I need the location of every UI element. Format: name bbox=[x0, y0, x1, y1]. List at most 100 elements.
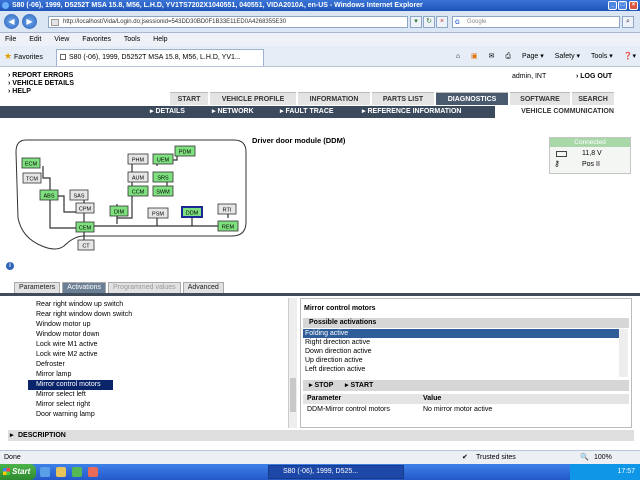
list-item[interactable]: Rear right window up switch bbox=[28, 300, 288, 310]
uem-node[interactable]: UEM bbox=[152, 153, 174, 165]
list-item[interactable]: Mirror select right bbox=[28, 400, 288, 410]
cpm-node[interactable]: CPM bbox=[75, 202, 95, 214]
activation-list-scrollbar[interactable] bbox=[288, 298, 297, 428]
menu-tools[interactable]: Tools bbox=[124, 36, 140, 43]
list-item[interactable]: Lock wire M1 active bbox=[28, 340, 288, 350]
list-item[interactable]: Mirror select left bbox=[28, 390, 288, 400]
scroll-thumb[interactable] bbox=[290, 378, 296, 412]
tab-diagnostics[interactable]: DIAGNOSTICS bbox=[436, 92, 508, 105]
list-item[interactable]: Defroster bbox=[28, 360, 288, 370]
home-icon[interactable]: ⌂ bbox=[456, 53, 460, 60]
tab-advanced[interactable]: Advanced bbox=[182, 282, 224, 293]
close-button[interactable]: × bbox=[629, 1, 638, 10]
rti-node[interactable]: RTI bbox=[217, 203, 237, 215]
pdm-node[interactable]: PDM bbox=[174, 145, 196, 157]
zoom-level[interactable]: 100% bbox=[594, 451, 612, 464]
cem-node[interactable]: CEM bbox=[75, 221, 95, 233]
srs-node[interactable]: SRS bbox=[152, 171, 174, 183]
list-item[interactable]: Window motor down bbox=[28, 330, 288, 340]
list-item[interactable]: Lock wire M2 active bbox=[28, 350, 288, 360]
url-field[interactable]: http://localhost/Vida/Login.do;jsessioni… bbox=[48, 16, 408, 28]
activation-option[interactable]: Left direction active bbox=[303, 365, 619, 374]
minimize-button[interactable]: _ bbox=[608, 1, 617, 10]
refresh-icon[interactable]: ↻ bbox=[423, 16, 435, 28]
subtab-details[interactable]: DETAILS bbox=[150, 106, 184, 118]
stop-icon[interactable]: × bbox=[436, 16, 448, 28]
activation-option[interactable]: Up direction active bbox=[303, 356, 619, 365]
list-item-selected[interactable]: Mirror control motors bbox=[28, 380, 113, 390]
search-input[interactable]: G Google bbox=[452, 16, 620, 28]
vehicle-details-link[interactable]: VEHICLE DETAILS bbox=[8, 80, 74, 88]
start-button[interactable]: START bbox=[345, 380, 373, 391]
list-item[interactable]: Door warning lamp bbox=[28, 410, 288, 420]
activation-option[interactable]: Right direction active bbox=[303, 338, 619, 347]
back-button[interactable]: ◀ bbox=[4, 14, 19, 29]
psm-node[interactable]: PSM bbox=[147, 207, 169, 219]
stop-button[interactable]: STOP bbox=[309, 380, 333, 391]
aum-node[interactable]: AUM bbox=[127, 171, 149, 183]
subtab-network[interactable]: NETWORK bbox=[212, 106, 253, 118]
ddm-node[interactable]: DDM bbox=[181, 206, 203, 218]
quicklaunch-icon[interactable] bbox=[72, 467, 82, 477]
possible-activations-scrollbar[interactable] bbox=[619, 329, 628, 377]
info-icon[interactable]: i bbox=[6, 262, 14, 270]
logout-link[interactable]: › LOG OUT bbox=[576, 73, 612, 80]
menu-edit[interactable]: Edit bbox=[29, 36, 41, 43]
quicklaunch-icon[interactable] bbox=[88, 467, 98, 477]
menu-view[interactable]: View bbox=[54, 36, 69, 43]
description-expander[interactable]: DESCRIPTION bbox=[8, 430, 634, 441]
menu-file[interactable]: File bbox=[5, 36, 16, 43]
favorites-bar: ★ Favorites S80 (-06), 1999, D5252T MSA … bbox=[0, 46, 640, 67]
quicklaunch-icon[interactable] bbox=[56, 467, 66, 477]
ct-node[interactable]: CT bbox=[77, 239, 95, 251]
feeds-icon[interactable]: ▣ bbox=[471, 53, 478, 60]
tab-software[interactable]: SOFTWARE bbox=[510, 92, 570, 105]
subtab-reference-information[interactable]: REFERENCE INFORMATION bbox=[362, 106, 461, 118]
tab-vehicle-profile[interactable]: VEHICLE PROFILE bbox=[210, 92, 296, 105]
browser-tab[interactable]: S80 (-06), 1999, D5252T MSA 15.8, M56, L… bbox=[56, 49, 264, 66]
menu-help[interactable]: Help bbox=[153, 36, 167, 43]
start-button-windows[interactable]: Start bbox=[0, 464, 36, 480]
tab-start[interactable]: START bbox=[170, 92, 208, 105]
subtab-vehicle-communication[interactable]: VEHICLE COMMUNICATION bbox=[495, 106, 640, 118]
list-item[interactable]: Mirror lamp bbox=[28, 370, 288, 380]
menu-favorites[interactable]: Favorites bbox=[82, 36, 111, 43]
tab-parts-list[interactable]: PARTS LIST bbox=[372, 92, 434, 105]
quicklaunch-icon[interactable] bbox=[40, 467, 50, 477]
search-go-icon[interactable]: ⌕ bbox=[622, 16, 634, 28]
subtab-fault-trace[interactable]: FAULT TRACE bbox=[280, 106, 333, 118]
abs-node[interactable]: ABS bbox=[39, 189, 59, 201]
help-menu[interactable]: ❓▾ bbox=[624, 53, 636, 60]
sub-nav: DETAILS NETWORK FAULT TRACE REFERENCE IN… bbox=[0, 106, 640, 118]
print-icon[interactable]: ⎙ bbox=[505, 53, 511, 60]
mail-icon[interactable]: ✉ bbox=[489, 53, 495, 60]
page-menu[interactable]: Page ▾ bbox=[522, 53, 544, 60]
help-link[interactable]: HELP bbox=[8, 88, 74, 96]
security-zone: Trusted sites bbox=[476, 454, 516, 461]
phm-node[interactable]: PHM bbox=[127, 153, 149, 165]
swm-node[interactable]: SWM bbox=[152, 185, 174, 197]
tab-search[interactable]: SEARCH bbox=[572, 92, 614, 105]
maximize-button[interactable]: □ bbox=[618, 1, 627, 10]
favorites-button[interactable]: ★ Favorites bbox=[4, 51, 43, 63]
tcm-node[interactable]: TCM bbox=[22, 172, 42, 184]
tab-parameters[interactable]: Parameters bbox=[14, 282, 61, 293]
rem-node[interactable]: REM bbox=[217, 220, 239, 232]
ccm-node[interactable]: CCM bbox=[127, 185, 149, 197]
taskbar-window-button[interactable]: S80 (-06), 1999, D525... bbox=[268, 465, 404, 479]
activation-option-selected[interactable]: Folding active bbox=[303, 329, 619, 338]
ecm-node[interactable]: ECM bbox=[21, 157, 41, 169]
forward-button[interactable]: ▶ bbox=[22, 14, 37, 29]
list-item[interactable]: Window motor up bbox=[28, 320, 288, 330]
dim-node[interactable]: DIM bbox=[109, 205, 129, 217]
tab-information[interactable]: INFORMATION bbox=[298, 92, 370, 105]
compat-icon[interactable]: ▾ bbox=[410, 16, 422, 28]
sas-node[interactable]: SAS bbox=[69, 189, 89, 201]
report-errors-link[interactable]: REPORT ERRORS bbox=[8, 72, 74, 80]
zoom-icon[interactable]: 🔍 bbox=[580, 451, 589, 464]
activation-option[interactable]: Down direction active bbox=[303, 347, 619, 356]
list-item[interactable]: Rear right window down switch bbox=[28, 310, 288, 320]
safety-menu[interactable]: Safety ▾ bbox=[555, 53, 580, 60]
tools-menu[interactable]: Tools ▾ bbox=[591, 53, 613, 60]
tab-activations[interactable]: Activations bbox=[62, 282, 107, 293]
